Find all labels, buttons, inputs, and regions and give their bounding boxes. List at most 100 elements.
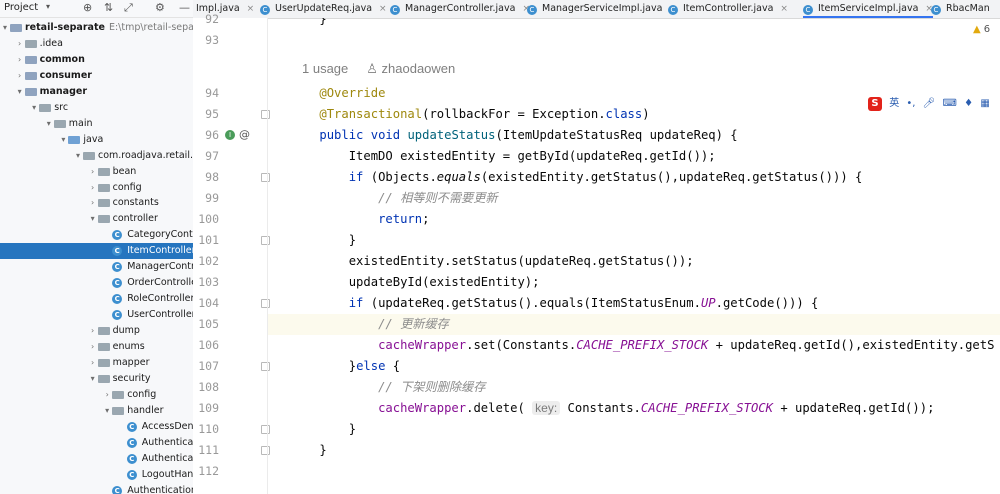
line-number[interactable]: 96 — [193, 125, 219, 146]
tree-item[interactable]: C AuthenticationEntr — [0, 483, 193, 494]
tree-item[interactable]: ▾ java — [0, 132, 193, 148]
tree-item[interactable]: C AuthenticationF — [0, 435, 193, 451]
chevron-right-icon[interactable]: › — [88, 164, 98, 180]
chevron-right-icon[interactable]: › — [102, 387, 112, 403]
minimize-icon[interactable]: — — [179, 1, 190, 14]
tree-item[interactable]: ▾ controller — [0, 211, 193, 227]
warning-indicator[interactable]: ▲ 6 — [973, 24, 990, 35]
expand-icon[interactable]: ⤢ — [124, 1, 133, 15]
code-line[interactable]: ItemDO existedEntity = getById(updateReq… — [268, 146, 1000, 167]
tree-item[interactable]: ▾ manager — [0, 84, 193, 100]
gear-icon[interactable]: ⚙ — [155, 1, 165, 14]
editor-tab[interactable]: C ItemController.java × — [668, 0, 788, 18]
code-line[interactable]: // 更新缓存 — [268, 314, 1000, 335]
chevron-down-icon[interactable]: ▾ — [88, 371, 98, 387]
locate-icon[interactable]: ⊕ — [83, 1, 92, 14]
line-number[interactable]: 101 — [193, 230, 219, 251]
code-line[interactable]: // 相等则不需要更新 — [268, 188, 1000, 209]
chevron-right-icon[interactable]: › — [88, 195, 98, 211]
tree-item[interactable]: › common — [0, 52, 193, 68]
tree-item[interactable]: C AuthenticationS — [0, 451, 193, 467]
line-number[interactable]: 94 — [193, 83, 219, 104]
line-number[interactable]: 104 — [193, 293, 219, 314]
tree-item[interactable]: ▾ handler — [0, 403, 193, 419]
chevron-down-icon[interactable]: ▾ — [102, 403, 112, 419]
tree-item[interactable]: › bean — [0, 164, 193, 180]
chevron-down-icon[interactable]: ▾ — [29, 100, 39, 116]
chevron-right-icon[interactable]: › — [15, 36, 25, 52]
tree-item[interactable]: ▾ main — [0, 116, 193, 132]
tree-item[interactable]: ▾ src — [0, 100, 193, 116]
code-line[interactable]: cacheWrapper.delete( key: Constants.CACH… — [268, 398, 1000, 419]
tree-item[interactable]: C OrderController — [0, 275, 193, 291]
line-number[interactable]: 99 — [193, 188, 219, 209]
code-line[interactable]: } — [268, 18, 1000, 30]
chevron-right-icon[interactable]: › — [88, 180, 98, 196]
code-line[interactable]: cacheWrapper.set(Constants.CACHE_PREFIX_… — [268, 335, 1000, 356]
tree-item[interactable]: C ManagerController — [0, 259, 193, 275]
usage-hint[interactable]: 1 usage ♙ zhaodaowen — [302, 61, 455, 77]
chevron-down-icon[interactable]: ▾ — [0, 20, 10, 36]
chevron-right-icon[interactable]: › — [88, 339, 98, 355]
ime-language[interactable]: 英 — [889, 98, 899, 109]
punctuation-icon[interactable]: •, — [906, 98, 915, 109]
code-line[interactable]: if (Objects.equals(existedEntity.getStat… — [268, 167, 1000, 188]
line-number[interactable]: 111 — [193, 440, 219, 461]
line-number[interactable]: 97 — [193, 146, 219, 167]
editor-tab[interactable]: C ItemServiceImpl.java × — [803, 0, 933, 18]
code-line[interactable]: } — [268, 419, 1000, 440]
tree-item[interactable]: C LogoutHandlerI — [0, 467, 193, 483]
menu-grid-icon[interactable]: ▦ — [980, 98, 989, 109]
close-icon[interactable]: × — [780, 4, 788, 14]
line-number[interactable]: 109 — [193, 398, 219, 419]
line-number[interactable]: 105 — [193, 314, 219, 335]
code-editor[interactable]: } 1 usage ♙ zhaodaowen @Override @Transac… — [268, 18, 1000, 494]
annotation-icon[interactable]: @ — [239, 128, 250, 141]
tree-item[interactable]: › dump — [0, 323, 193, 339]
line-number[interactable]: 98 — [193, 167, 219, 188]
tree-item[interactable]: › constants — [0, 195, 193, 211]
tree-item[interactable]: ▾ security — [0, 371, 193, 387]
line-number[interactable]: 93 — [193, 30, 219, 51]
chevron-right-icon[interactable]: › — [15, 52, 25, 68]
chevron-right-icon[interactable]: › — [88, 355, 98, 371]
implements-icon[interactable]: I — [225, 130, 235, 140]
project-title[interactable]: Project — [4, 2, 38, 13]
tree-item[interactable]: › config — [0, 180, 193, 196]
code-line[interactable]: } — [268, 230, 1000, 251]
line-number[interactable]: 110 — [193, 419, 219, 440]
line-number[interactable]: 112 — [193, 461, 219, 482]
tree-item[interactable]: ▾ retail-separateE:\tmp\retail-separate — [0, 20, 193, 36]
close-icon[interactable]: × — [379, 4, 387, 14]
code-line[interactable]: }else { — [268, 356, 1000, 377]
code-line[interactable]: return; — [268, 209, 1000, 230]
code-line[interactable]: existedEntity.setStatus(updateReq.getSta… — [268, 251, 1000, 272]
tree-item[interactable]: › .idea — [0, 36, 193, 52]
code-line[interactable]: if (updateReq.getStatus().equals(ItemSta… — [268, 293, 1000, 314]
line-number[interactable]: 100 — [193, 209, 219, 230]
editor-tab[interactable]: C RbacMan — [931, 0, 990, 18]
tree-item[interactable]: C CategoryController — [0, 227, 193, 243]
chevron-down-icon[interactable]: ▾ — [46, 2, 50, 11]
line-number[interactable]: 107 — [193, 356, 219, 377]
collapse-all-icon[interactable]: ⇅ — [104, 1, 113, 14]
code-line[interactable]: public void updateStatus(ItemUpdateStatu… — [268, 125, 1000, 146]
code-line[interactable] — [268, 461, 1000, 482]
code-line[interactable]: updateById(existedEntity); — [268, 272, 1000, 293]
tree-item[interactable]: › enums — [0, 339, 193, 355]
sogou-logo-icon[interactable]: S — [868, 97, 882, 111]
tree-item[interactable]: › consumer — [0, 68, 193, 84]
chevron-down-icon[interactable]: ▾ — [73, 148, 83, 164]
editor-tab[interactable]: C UserUpdateReq.java × — [260, 0, 387, 18]
keyboard-icon[interactable]: ⌨︎ — [943, 98, 957, 109]
line-number[interactable]: 106 — [193, 335, 219, 356]
editor-tab[interactable]: CManagerController.java× — [390, 0, 530, 18]
tree-item[interactable]: › config — [0, 387, 193, 403]
chevron-right-icon[interactable]: › — [15, 68, 25, 84]
tree-item[interactable]: C AccessDeniedH — [0, 419, 193, 435]
line-number[interactable]: 92 — [193, 9, 219, 30]
chevron-down-icon[interactable]: ▾ — [58, 132, 68, 148]
mic-icon[interactable]: 🎤︎ — [923, 98, 936, 109]
line-number[interactable]: 102 — [193, 251, 219, 272]
chevron-down-icon[interactable]: ▾ — [15, 84, 25, 100]
